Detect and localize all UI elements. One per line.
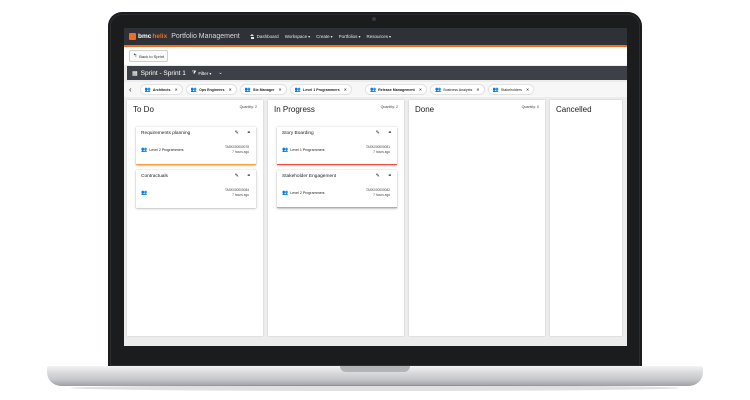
people-icon: 👥: [282, 147, 289, 153]
people-icon: 👥: [369, 86, 377, 93]
column-title: To Do: [133, 105, 154, 114]
column-in-progress: In Progress Quantity: 2 Story Boarding ✎…: [268, 100, 404, 336]
team-chip[interactable]: 👥 Architects ✕: [139, 84, 183, 95]
home-icon: [249, 34, 255, 39]
card-team: Level 2 Programmers: [290, 191, 325, 195]
back-bar: ↰ Back to Sprint: [124, 47, 627, 65]
link-icon[interactable]: ⚭: [247, 173, 251, 179]
card-time: 7 hours ago: [373, 193, 390, 197]
column-quantity: Quantity: 0: [521, 105, 539, 109]
caret-down-icon: ▾: [330, 34, 333, 39]
nav-workspace[interactable]: Workspace ▾: [285, 34, 310, 39]
people-icon: 👥: [294, 86, 302, 93]
kanban-board: To Do Quantity: 2 Requirements planning …: [127, 100, 627, 346]
card-id: TASK000000081: [365, 145, 390, 149]
chevron-left-icon[interactable]: ‹: [129, 85, 132, 94]
card-id: TASK000000078: [224, 145, 249, 149]
nav-dashboard[interactable]: Dashboard: [249, 34, 279, 39]
task-card[interactable]: Contractuals ✎ ⚭ 👥 TASK000000084 7 hours…: [136, 170, 256, 208]
link-icon[interactable]: ⚭: [388, 130, 392, 136]
card-time: 7 hours ago: [232, 193, 249, 197]
close-icon[interactable]: ✕: [344, 87, 347, 92]
app-title: Portfolio Management: [171, 33, 240, 40]
caret-down-icon: ▾: [209, 70, 212, 76]
card-team: Level 1 Programmers: [290, 148, 325, 152]
caret-down-icon: ▾: [388, 34, 391, 39]
column-title: In Progress: [274, 105, 315, 114]
column-title: Cancelled: [556, 105, 592, 114]
team-chip[interactable]: 👥 Release Management ✕: [364, 84, 428, 95]
team-chip[interactable]: 👥 Stx Manager ✕: [239, 84, 287, 95]
close-icon[interactable]: ✕: [228, 87, 231, 92]
sprint-header: ▦ Sprint - Sprint 1 ⧩ Filter ▾ ⌄: [127, 66, 627, 80]
pencil-icon[interactable]: ✎: [235, 173, 239, 179]
people-icon: 👥: [144, 86, 151, 93]
card-id: TASK000000084: [224, 188, 249, 192]
column-done: Done Quantity: 0: [409, 100, 545, 336]
nav-portfolios[interactable]: Portfolios ▾: [339, 34, 361, 39]
expand-chevron-icon[interactable]: ⌄: [218, 70, 222, 76]
people-icon: 👥: [282, 190, 289, 196]
team-chip[interactable]: 👥 Level 1 Programmers ✕: [289, 84, 352, 95]
task-card[interactable]: Requirements planning ✎ ⚭ 👥 Level 2 Prog…: [136, 127, 256, 165]
board-icon: ▦: [132, 70, 138, 77]
people-icon: 👥: [435, 86, 442, 93]
camera-dot: [372, 17, 376, 21]
column-title: Done: [415, 105, 435, 114]
link-icon[interactable]: ⚭: [388, 173, 392, 179]
close-icon[interactable]: ✕: [526, 87, 529, 92]
main-nav: Dashboard Workspace ▾ Create ▾ Portfolios ▾…: [249, 34, 391, 39]
card-title: Stakeholder Engagement: [282, 174, 337, 179]
laptop-frame: bmc helix Portfolio Management Dashboard…: [0, 0, 750, 400]
card-time: 7 hours ago: [232, 150, 249, 154]
nav-create[interactable]: Create ▾: [316, 34, 333, 39]
people-icon: 👥: [190, 86, 198, 93]
task-card[interactable]: Stakeholder Engagement ✎ ⚭ 👥 Level 2 Pro…: [277, 170, 397, 208]
pencil-icon[interactable]: ✎: [376, 173, 380, 179]
caret-down-icon: ▾: [308, 34, 311, 39]
people-icon: 👥: [492, 86, 499, 93]
column-to-do: To Do Quantity: 2 Requirements planning …: [127, 100, 263, 336]
close-icon[interactable]: ✕: [174, 87, 177, 92]
card-time: 7 hours ago: [373, 150, 390, 154]
filter-icon: ⧩: [191, 70, 197, 76]
close-icon[interactable]: ✕: [278, 87, 281, 92]
top-navigation-bar: bmc helix Portfolio Management Dashboard…: [124, 28, 627, 45]
laptop-notch: [340, 366, 410, 372]
people-icon: 👥: [141, 147, 148, 153]
card-title: Requirements planning: [141, 131, 191, 136]
filter-button[interactable]: ⧩ Filter ▾: [192, 70, 211, 76]
team-chip[interactable]: 👥 Ops Engineers ✕: [185, 84, 237, 95]
back-arrow-icon: ↰: [133, 53, 138, 59]
pencil-icon[interactable]: ✎: [376, 130, 380, 136]
team-chip[interactable]: 👥 Stakeholders ✕: [487, 84, 535, 95]
bmc-helix-logo[interactable]: bmc helix: [129, 33, 167, 40]
logo-mark-icon: [129, 33, 136, 40]
card-id: TASK000000082: [365, 188, 390, 192]
card-title: Contractuals: [141, 174, 168, 179]
card-team: Level 2 Programmers: [149, 148, 184, 152]
task-card[interactable]: Story Boarding ✎ ⚭ 👥 Level 1 Programmers…: [277, 127, 397, 165]
nav-resources[interactable]: Resources ▾: [366, 34, 391, 39]
team-chip[interactable]: 👥 Business Analysts ✕: [430, 84, 485, 95]
sprint-title: ▦ Sprint - Sprint 1: [132, 69, 186, 77]
team-chips: 👥 Architects ✕ 👥 Ops Engineers ✕ 👥 Stx M…: [139, 84, 535, 95]
link-icon[interactable]: ⚭: [247, 130, 251, 136]
close-icon[interactable]: ✕: [476, 87, 479, 92]
card-title: Story Boarding: [282, 131, 314, 136]
caret-down-icon: ▾: [358, 34, 361, 39]
column-quantity: Quantity: 2: [239, 105, 257, 109]
column-cancelled: Cancelled: [550, 100, 622, 336]
pencil-icon[interactable]: ✎: [235, 130, 239, 136]
people-icon: 👥: [244, 86, 252, 93]
app-screen: bmc helix Portfolio Management Dashboard…: [124, 28, 627, 346]
people-icon: 👥: [141, 190, 148, 196]
close-icon[interactable]: ✕: [419, 87, 422, 92]
back-to-sprint-button[interactable]: ↰ Back to Sprint: [129, 50, 169, 62]
column-quantity: Quantity: 2: [380, 105, 398, 109]
team-filter-bar: ‹ 👥 Architects ✕ 👥 Ops Engineers ✕ 👥 Stx…: [124, 82, 627, 97]
